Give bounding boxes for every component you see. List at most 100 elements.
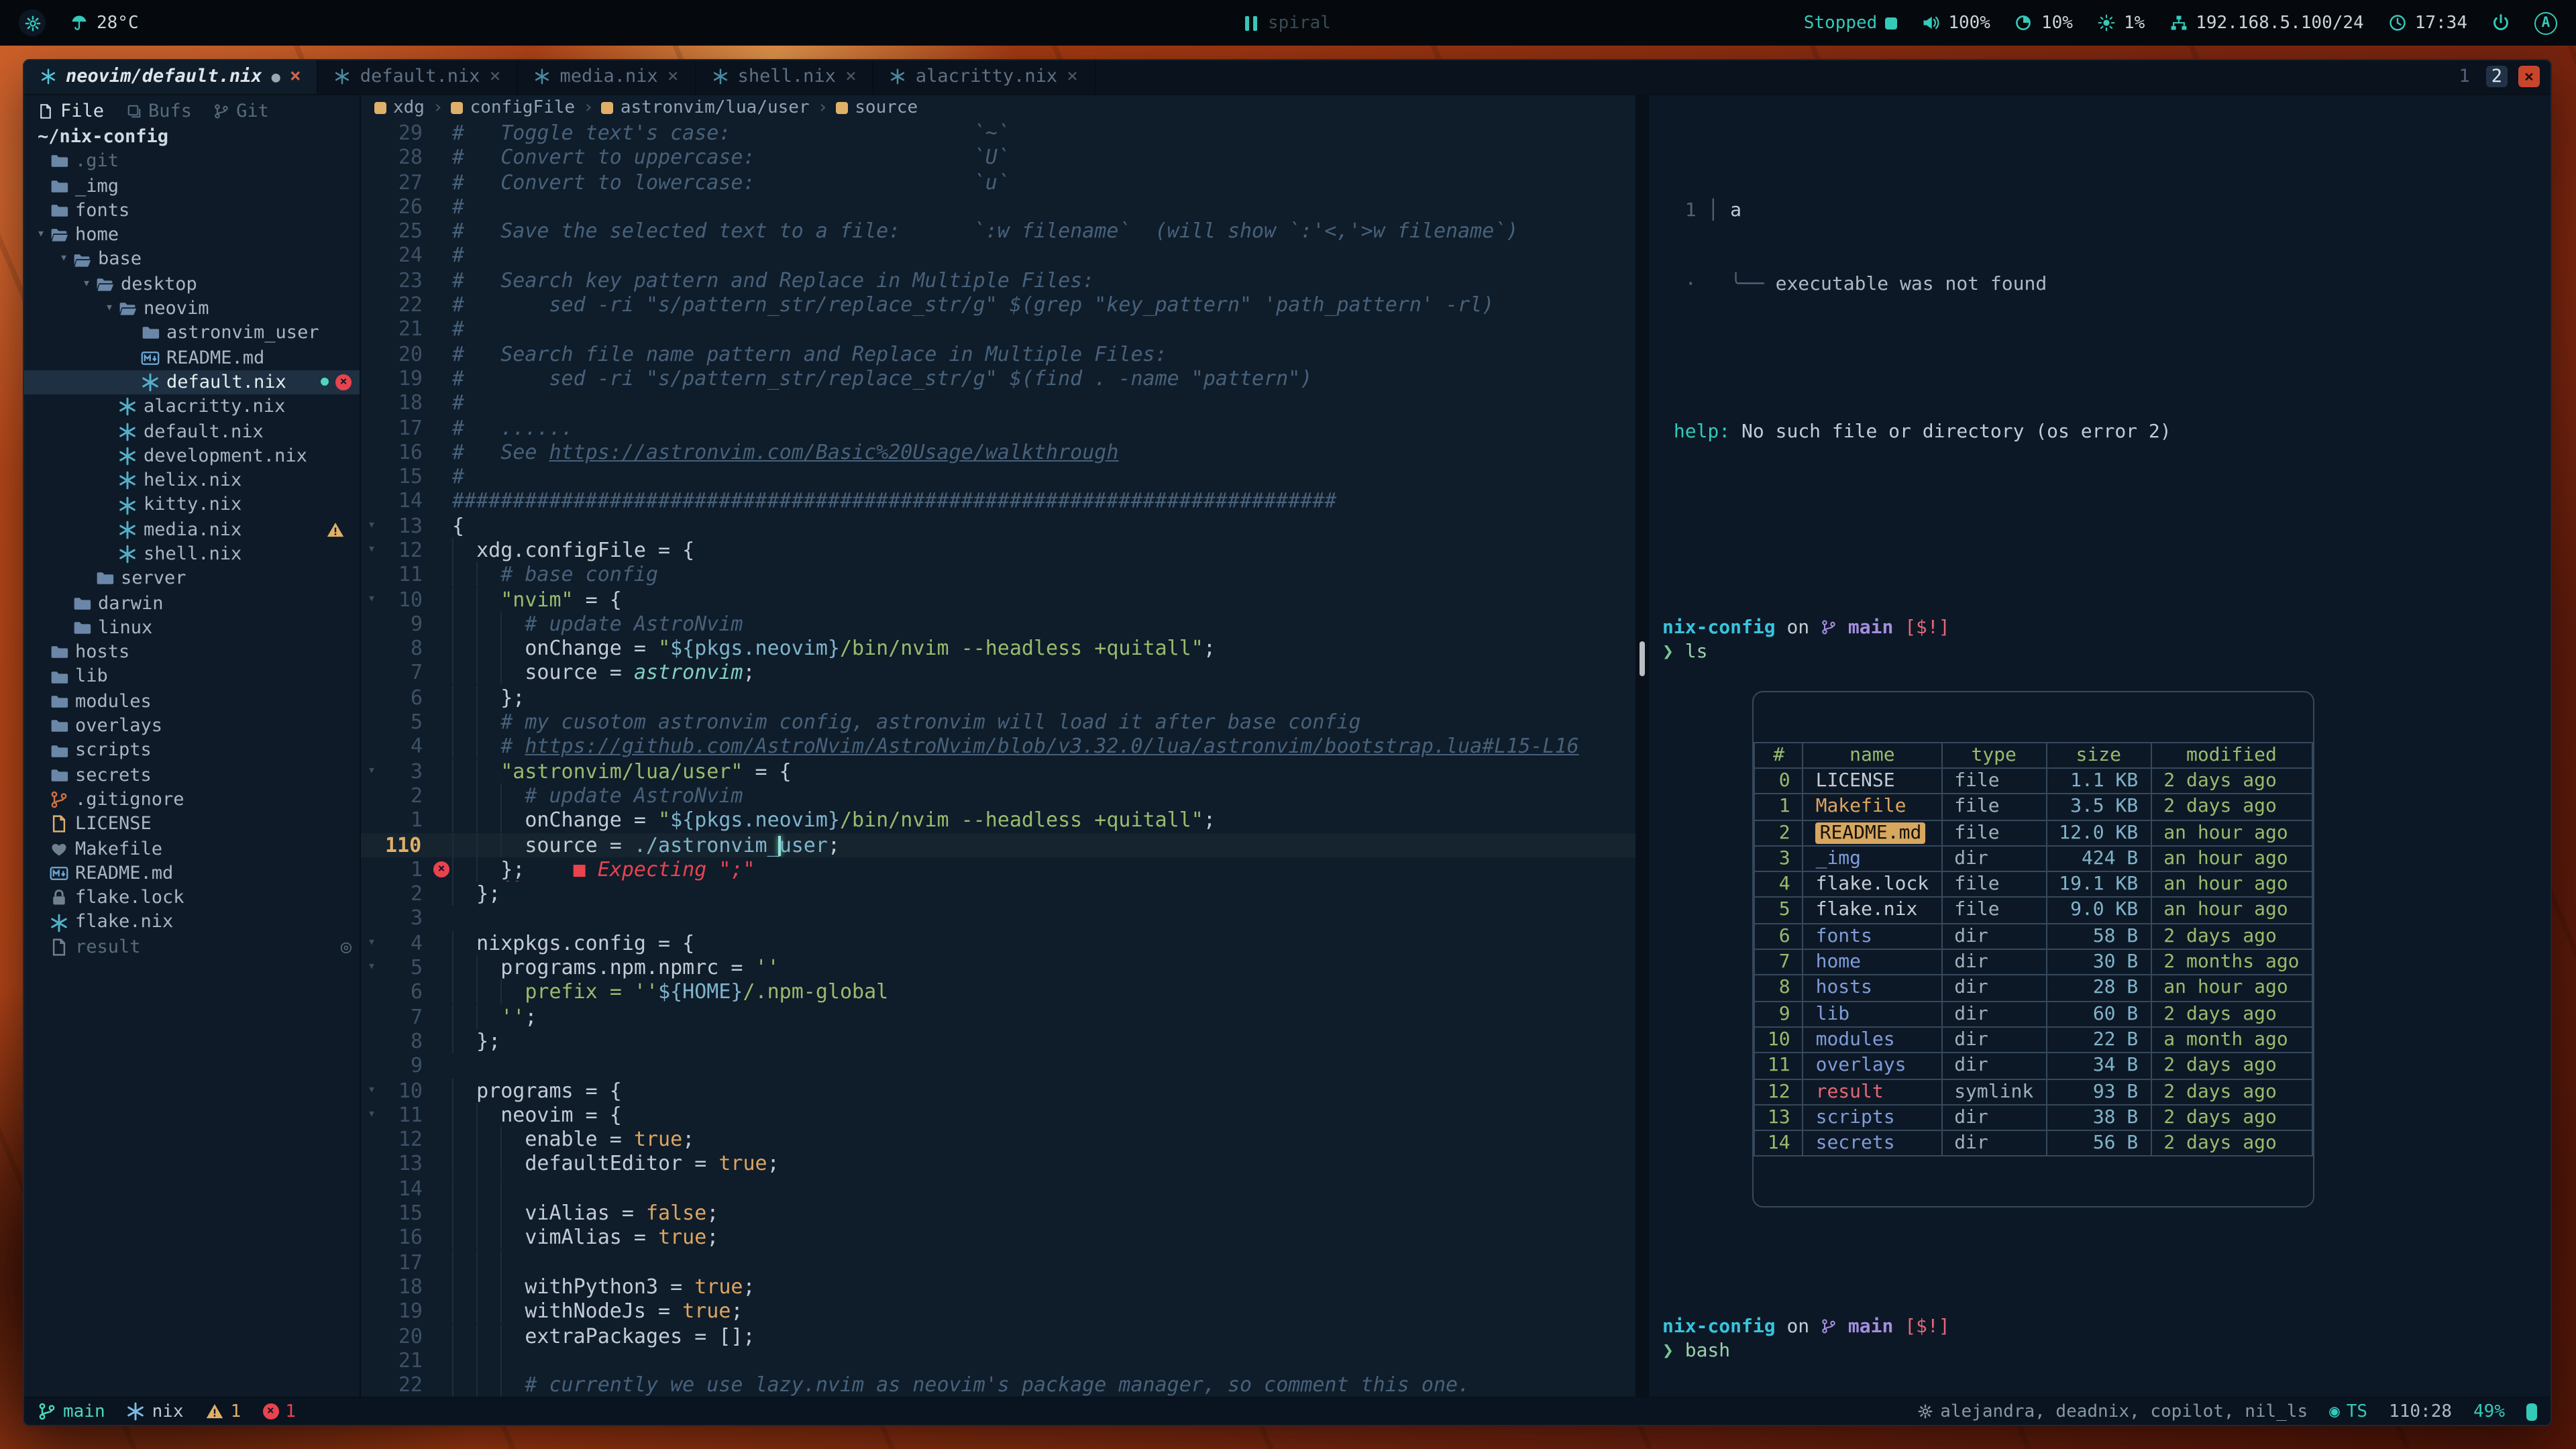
tree-item[interactable]: default.nix [24, 419, 360, 444]
tree-item[interactable]: lib [24, 665, 360, 690]
editor-line[interactable]: 8 onChange = "${pkgs.neovim}/bin/nvim --… [361, 636, 1635, 661]
tree-item[interactable]: linux [24, 616, 360, 641]
editor-line[interactable]: ▾10 programs = { [361, 1078, 1635, 1103]
editor-line[interactable]: 23# Search key pattern and Replace in Mu… [361, 268, 1635, 292]
tree-item[interactable]: .git [24, 150, 360, 174]
tree-item[interactable]: hosts [24, 640, 360, 665]
terminal-pane[interactable]: 1 │ a · ╰── executable was not found hel… [1649, 95, 2551, 1397]
editor-line[interactable]: 2 # update AstroNvim [361, 784, 1635, 808]
buffer-tab[interactable]: default.nix× [319, 60, 519, 94]
tree-item[interactable]: ▾neovim [24, 297, 360, 321]
buffer-tab[interactable]: neovim/default.nix●× [24, 60, 319, 94]
editor-line[interactable]: 15 viAlias = false; [361, 1201, 1635, 1226]
editor-line[interactable]: 27# Convert to lowercase: `u` [361, 170, 1635, 195]
editor-line[interactable]: 1 onChange = "${pkgs.neovim}/bin/nvim --… [361, 808, 1635, 833]
tree-item[interactable]: kitty.nix [24, 493, 360, 518]
disk-widget[interactable]: 10% [2015, 13, 2073, 33]
editor-line[interactable]: 13 defaultEditor = true; [361, 1152, 1635, 1177]
git-branch[interactable]: main [38, 1401, 105, 1421]
editor-line[interactable]: 8 }; [361, 1029, 1635, 1054]
tree-item[interactable]: development.nix [24, 444, 360, 469]
tree-item[interactable]: README.md [24, 861, 360, 886]
editor-line[interactable]: 4 # https://github.com/AstroNvim/AstroNv… [361, 735, 1635, 759]
editor-line[interactable]: 28# Convert to uppercase: `U` [361, 146, 1635, 170]
network-widget[interactable]: 192.168.5.100/24 [2169, 13, 2363, 33]
tree-item[interactable]: flake.nix [24, 910, 360, 935]
launcher-icon[interactable] [19, 9, 46, 36]
editor-line[interactable]: 11 # base config [361, 563, 1635, 588]
close-tab-icon[interactable]: × [290, 66, 301, 88]
editor-line[interactable]: 5 # my cusotom astronvim config, astronv… [361, 710, 1635, 735]
close-tab-icon[interactable]: × [845, 66, 857, 88]
editor-line[interactable]: 16# See https://astronvim.com/Basic%20Us… [361, 440, 1635, 465]
tree-item[interactable]: LICENSE [24, 812, 360, 837]
tree-item[interactable]: darwin [24, 591, 360, 616]
editor-line[interactable]: 18 withPython3 = true; [361, 1275, 1635, 1299]
tree-item[interactable]: README.md [24, 345, 360, 370]
editor-line[interactable]: 17# ...... [361, 415, 1635, 440]
fold-icon[interactable]: ▾ [361, 587, 382, 612]
pause-icon[interactable] [1245, 15, 1257, 30]
editor-line[interactable]: 15# [361, 464, 1635, 489]
editor-line[interactable]: 21 [361, 1348, 1635, 1373]
fold-icon[interactable]: ▾ [361, 759, 382, 784]
weather-widget[interactable]: 28°C [70, 13, 139, 33]
tree-item[interactable]: ▾desktop [24, 272, 360, 297]
editor-line[interactable]: 26# [361, 195, 1635, 219]
close-tab-icon[interactable]: × [1067, 66, 1078, 88]
editor-line[interactable]: ▾10 "nvim" = { [361, 587, 1635, 612]
editor-line[interactable]: 6 prefix = ''${HOME}/.npm-global [361, 980, 1635, 1005]
clock-widget[interactable]: 17:34 [2388, 13, 2467, 33]
editor-line[interactable]: 22 # currently we use lazy.nvim as neovi… [361, 1373, 1635, 1397]
close-tab-icon[interactable]: × [667, 66, 679, 88]
tree-item[interactable]: Makefile [24, 837, 360, 861]
scrollbar-thumb[interactable] [1640, 642, 1645, 677]
editor-line[interactable]: 3 [361, 906, 1635, 931]
tree-item[interactable]: astronvim_user [24, 321, 360, 346]
breadcrumb-item[interactable]: xdg [374, 98, 425, 118]
tree-item[interactable]: shell.nix [24, 542, 360, 567]
chevron-icon[interactable]: ▾ [101, 297, 118, 321]
editor-line[interactable]: 2 }; [361, 881, 1635, 906]
keyboard-layout-indicator[interactable]: A [2534, 11, 2557, 34]
editor-line[interactable]: 1× }; ■ Expecting ";" [361, 857, 1635, 882]
editor-line[interactable]: 17 [361, 1250, 1635, 1275]
close-tab-icon[interactable]: × [490, 66, 501, 88]
editor-line[interactable]: 25# Save the selected text to a file: `:… [361, 219, 1635, 244]
breadcrumb-item[interactable]: source [836, 98, 918, 118]
buffer-tab[interactable]: media.nix× [518, 60, 696, 94]
tree-item[interactable]: fonts [24, 199, 360, 223]
tree-item[interactable]: result◎ [24, 935, 360, 960]
editor-line[interactable]: ▾3 "astronvim/lua/user" = { [361, 759, 1635, 784]
chevron-icon[interactable]: ▾ [55, 248, 72, 272]
editor-line[interactable]: ▾5 programs.npm.npmrc = '' [361, 955, 1635, 980]
editor-line[interactable]: 110 source = ./astronvim_user; [361, 833, 1635, 857]
volume-widget[interactable]: 100% [1921, 13, 1990, 33]
tree-item[interactable]: modules [24, 690, 360, 714]
tree-item[interactable]: scripts [24, 739, 360, 763]
editor-line[interactable]: 14######################################… [361, 489, 1635, 514]
editor-line[interactable]: 16 vimAlias = true; [361, 1226, 1635, 1250]
tree-item[interactable]: flake.lock [24, 885, 360, 910]
tabpage-1[interactable]: 1 [2453, 66, 2475, 88]
neo-tree-tab-git[interactable]: Git [213, 101, 269, 123]
editor-line[interactable]: 9 [361, 1053, 1635, 1078]
fold-icon[interactable]: ▾ [361, 513, 382, 538]
diagnostic-errors[interactable]: × 1 [262, 1401, 296, 1421]
editor-line[interactable]: 20 extraPackages = []; [361, 1324, 1635, 1348]
fold-icon[interactable]: ▾ [361, 1103, 382, 1128]
editor-line[interactable]: 18# [361, 390, 1635, 415]
breadcrumb-item[interactable]: configFile [451, 98, 576, 118]
editor-line[interactable]: 19# sed -ri "s/pattern_str/replace_str/g… [361, 366, 1635, 391]
editor-pane[interactable]: xdg›configFile›astronvim/lua/user›source… [361, 95, 1635, 1397]
fold-icon[interactable]: ▾ [361, 538, 382, 563]
editor-line[interactable]: 14 [361, 1176, 1635, 1201]
chevron-icon[interactable]: ▾ [78, 272, 95, 297]
editor-line[interactable]: 12 enable = true; [361, 1127, 1635, 1152]
close-window-button[interactable]: × [2518, 66, 2540, 88]
editor-line[interactable]: ▾12 xdg.configFile = { [361, 538, 1635, 563]
tree-item[interactable]: _img [24, 174, 360, 199]
editor-line[interactable]: 6 }; [361, 686, 1635, 710]
tabpage-2[interactable]: 2 [2486, 66, 2508, 88]
tree-item[interactable]: secrets [24, 763, 360, 788]
